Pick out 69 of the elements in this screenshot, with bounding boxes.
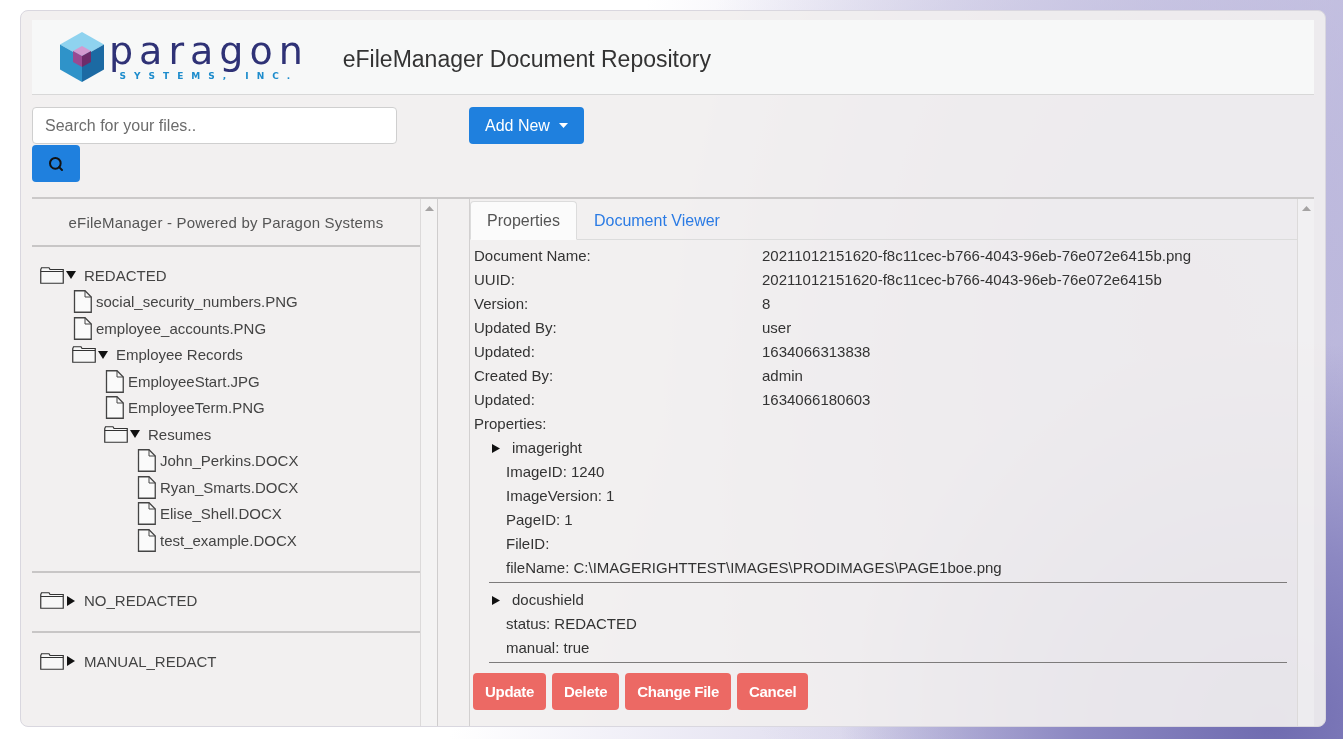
group-name: docushield: [512, 590, 584, 610]
file-name[interactable]: EmployeeTerm.PNG: [128, 399, 265, 417]
field-label: Updated:: [474, 390, 536, 410]
group-name: imageright: [512, 438, 583, 458]
disclosure-triangle-icon[interactable]: [98, 349, 108, 360]
property-entry: manual: true: [505, 638, 591, 658]
add-new-button[interactable]: Add New: [469, 107, 584, 144]
property-entry: PageID: 1: [505, 510, 574, 530]
field-label: Version:: [474, 294, 530, 314]
field-value: 1634066180603: [762, 390, 872, 410]
field-label: UUID:: [474, 270, 516, 290]
search-icon: [48, 155, 64, 172]
field-label: Updated:: [474, 342, 536, 362]
folder-name[interactable]: Employee Records: [116, 346, 243, 364]
file-name[interactable]: employee_accounts.PNG: [96, 319, 267, 337]
file-icon: [105, 369, 124, 393]
field-label: Updated By:: [474, 318, 558, 338]
field-value: 1634066313838: [762, 342, 872, 362]
sidebar-title: eFileManager - Powered by Paragon Systems: [32, 199, 420, 247]
logo-cube-icon: [60, 32, 104, 82]
folder-icon: [40, 266, 64, 284]
property-entry: status: REDACTED: [505, 614, 638, 634]
disclosure-triangle-icon[interactable]: [66, 656, 76, 667]
search-button[interactable]: [32, 145, 80, 182]
field-value: 20211012151620-f8c11cec-b766-4043-96eb-76e072e6415b.png: [762, 246, 1192, 266]
triangle-icon: [492, 443, 500, 453]
field-label: Document Name:: [474, 246, 592, 266]
file-name[interactable]: Ryan_Smarts.DOCX: [160, 478, 299, 496]
file-icon: [137, 475, 156, 499]
folder-name[interactable]: NO_REDACTED: [84, 592, 198, 610]
file-icon: [137, 528, 156, 552]
folder-icon: [40, 652, 64, 670]
file-icon: [137, 449, 156, 473]
field-value: admin: [762, 366, 804, 386]
triangle-icon: [492, 595, 500, 605]
tab[interactable]: Properties: [470, 201, 577, 240]
property-entry: fileName: C:\IMAGERIGHTTEST\IMAGES\PRODIMAGES\PAGE1boe.png: [505, 558, 1003, 578]
caret-icon: [558, 123, 568, 128]
file-icon: [73, 316, 92, 340]
search-field[interactable]: Search for your files..: [32, 107, 397, 144]
file-name[interactable]: John_Perkins.DOCX: [160, 452, 299, 470]
properties-label: Properties:: [473, 414, 548, 434]
tab[interactable]: Document Viewer: [576, 201, 737, 240]
file-icon: [73, 290, 92, 314]
field-value: 8: [762, 294, 772, 314]
folder-name[interactable]: Resumes: [148, 425, 212, 443]
property-entry: ImageID: 1240: [505, 462, 606, 482]
folder-name[interactable]: MANUAL_REDACT: [84, 652, 217, 670]
folder-icon: [40, 592, 64, 610]
disclosure-triangle-icon[interactable]: [66, 595, 76, 606]
page-title: eFileManager Document Repository: [342, 45, 711, 73]
file-name[interactable]: test_example.DOCX: [160, 531, 297, 549]
scrollbar[interactable]: [1297, 199, 1314, 726]
field-value: 20211012151620-f8c11cec-b766-4043-96eb-76e072e6415b: [762, 270, 1163, 290]
file-icon: [137, 502, 156, 526]
disclosure-triangle-icon[interactable]: [66, 270, 76, 281]
property-entry: ImageVersion: 1: [505, 486, 616, 506]
disclosure-triangle-icon[interactable]: [130, 429, 140, 440]
field-label: Created By:: [474, 366, 555, 386]
file-name[interactable]: social_security_numbers.PNG: [96, 293, 298, 311]
folder-icon: [72, 346, 96, 364]
scrollbar[interactable]: [420, 199, 437, 726]
folder-icon: [104, 425, 128, 443]
file-icon: [105, 396, 124, 420]
file-name[interactable]: EmployeeStart.JPG: [128, 372, 260, 390]
file-name[interactable]: Elise_Shell.DOCX: [160, 505, 282, 523]
property-entry: FileID:: [505, 534, 551, 554]
field-value: user: [762, 318, 793, 338]
folder-name[interactable]: REDACTED: [84, 266, 167, 284]
